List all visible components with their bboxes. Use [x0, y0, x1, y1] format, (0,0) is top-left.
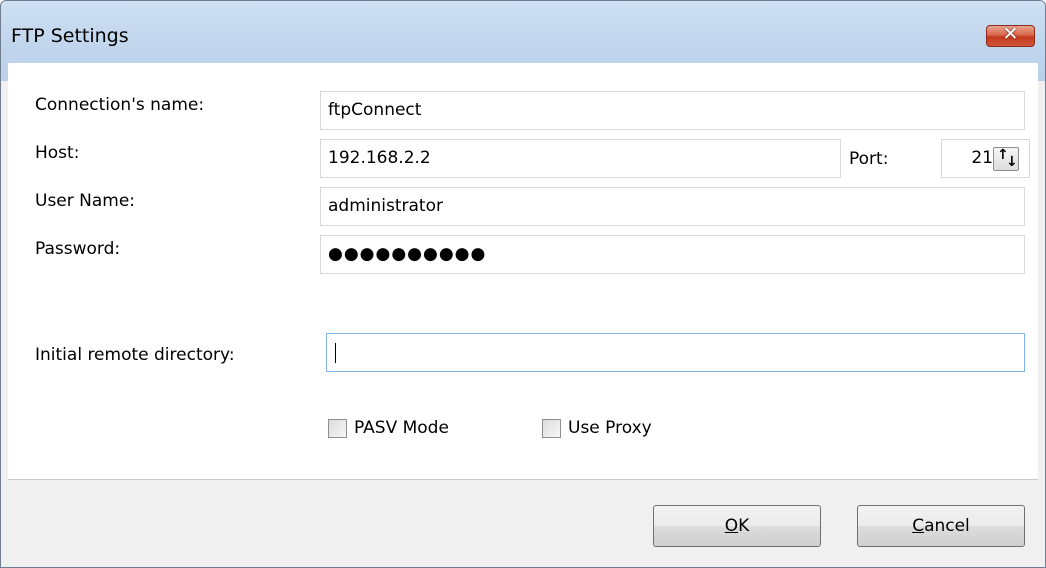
- port-value: 21: [971, 148, 993, 168]
- ok-mnemonic: O: [724, 516, 739, 536]
- ftp-settings-dialog: FTP Settings ✕ Connection's name: ftpCon…: [0, 0, 1046, 568]
- user-name-label: User Name:: [35, 191, 136, 211]
- connection-name-input[interactable]: ftpConnect: [320, 91, 1025, 130]
- spin-arrows-icon[interactable]: ↑ ↓: [993, 147, 1019, 171]
- cancel-mnemonic: C: [912, 516, 925, 536]
- cancel-label: ancel: [924, 516, 970, 536]
- port-label: Port:: [849, 149, 889, 169]
- ok-label: K: [738, 516, 750, 536]
- password-input[interactable]: ●●●●●●●●●●: [320, 235, 1025, 274]
- connection-name-label: Connection's name:: [35, 95, 205, 115]
- window-title: FTP Settings: [11, 25, 129, 47]
- pasv-mode-checkbox[interactable]: [328, 419, 347, 438]
- use-proxy-label[interactable]: Use Proxy: [568, 418, 652, 438]
- cancel-button[interactable]: Cancel: [857, 505, 1025, 547]
- button-bar: OK Cancel: [8, 480, 1038, 563]
- dialog-body: Connection's name: ftpConnect Host: 192.…: [8, 63, 1038, 563]
- close-button[interactable]: ✕: [986, 23, 1035, 47]
- text-caret: [335, 343, 336, 363]
- ok-button[interactable]: OK: [653, 505, 821, 547]
- port-input[interactable]: 21 ↑ ↓: [941, 139, 1030, 178]
- user-name-input[interactable]: administrator: [320, 187, 1025, 226]
- spin-down-arrow[interactable]: ↓: [1006, 155, 1018, 169]
- initial-remote-directory-label: Initial remote directory:: [35, 345, 235, 365]
- use-proxy-checkbox[interactable]: [542, 419, 561, 438]
- initial-remote-directory-input[interactable]: [326, 333, 1025, 372]
- pasv-mode-label[interactable]: PASV Mode: [354, 418, 449, 438]
- host-label: Host:: [35, 143, 80, 163]
- close-icon: ✕: [1002, 23, 1019, 45]
- host-input[interactable]: 192.168.2.2: [320, 139, 841, 178]
- password-label: Password:: [35, 239, 121, 259]
